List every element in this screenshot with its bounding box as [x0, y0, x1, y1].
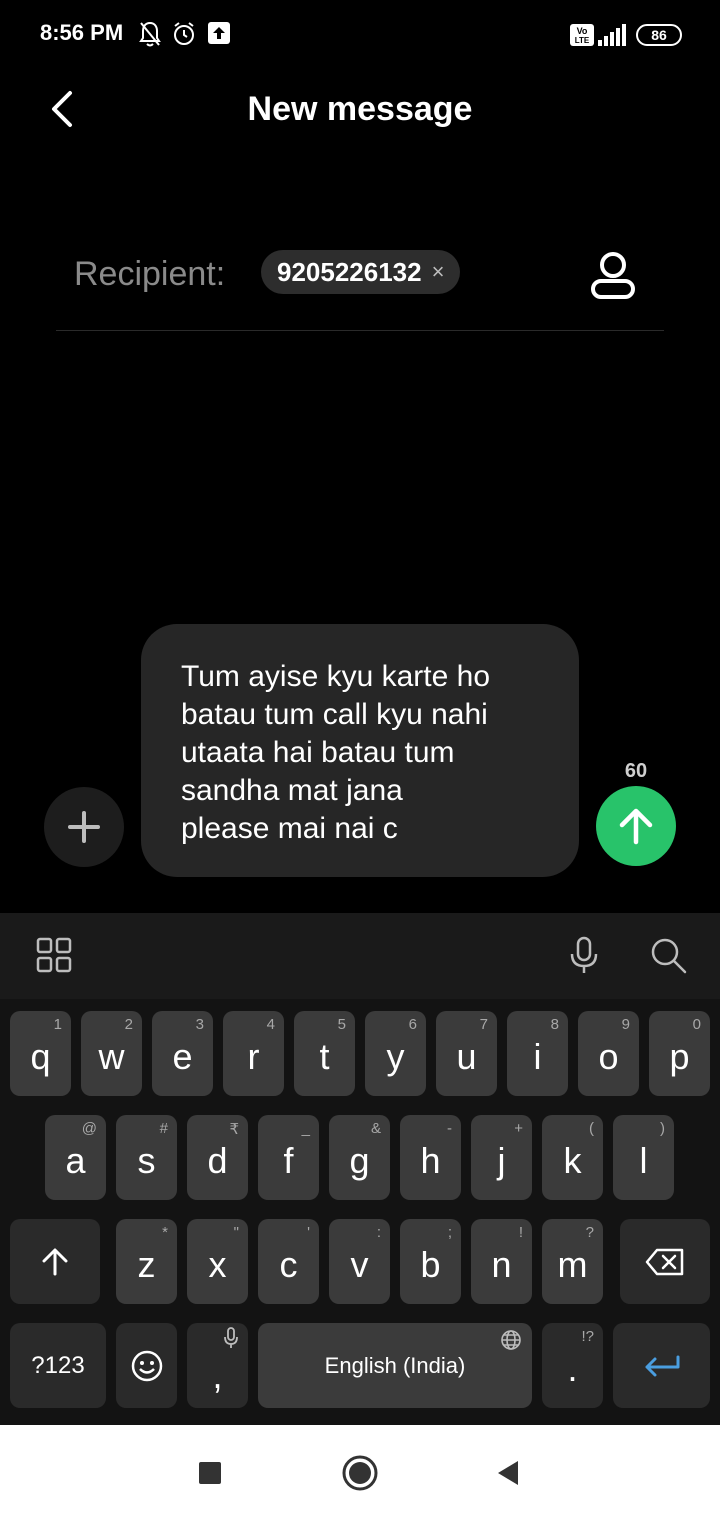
battery-icon: 86 — [636, 24, 682, 46]
key-c[interactable]: ' c — [258, 1219, 319, 1304]
key-x[interactable]: " x — [187, 1219, 248, 1304]
char-count: 60 — [624, 760, 648, 782]
key-n[interactable]: ! n — [471, 1219, 532, 1304]
key-y[interactable]: 6y — [365, 1011, 426, 1096]
keyboard-toolbar — [0, 913, 720, 999]
emoji-key[interactable] — [116, 1323, 177, 1408]
keyboard: 1q 2w 3e 4r 5t 6y 7u 8i 9o 0p @ a # s ₹ d _… — [0, 913, 720, 1425]
key-i[interactable]: 8i — [507, 1011, 568, 1096]
plus-icon — [68, 811, 100, 843]
enter-icon — [645, 1355, 679, 1376]
key-o[interactable]: 9o — [578, 1011, 639, 1096]
send-button[interactable] — [596, 786, 676, 866]
attach-button[interactable] — [44, 787, 124, 867]
recipient-label: Recipient: — [74, 255, 226, 293]
mic-small-icon — [224, 1327, 238, 1348]
search-icon[interactable] — [648, 935, 688, 975]
message-input[interactable]: Tum ayise kyu karte ho batau tum call ky… — [141, 624, 579, 877]
person-icon[interactable] — [588, 250, 638, 300]
arrow-up-shift-icon — [42, 1248, 68, 1275]
key-d[interactable]: ₹ d — [187, 1115, 248, 1200]
recipient-divider — [56, 330, 664, 331]
apps-grid-icon[interactable] — [34, 935, 74, 975]
key-v[interactable]: :v — [329, 1219, 390, 1304]
back-triangle-icon[interactable] — [488, 1453, 528, 1493]
key-l[interactable]: ) l — [613, 1115, 674, 1200]
svg-text:Vo: Vo — [577, 26, 588, 36]
enter-key[interactable] — [613, 1323, 710, 1408]
recipient-chip-number: 9205226132 — [277, 256, 422, 287]
volte-icon: Vo LTE — [570, 24, 594, 46]
mic-icon[interactable] — [564, 935, 604, 975]
space-key[interactable]: English (India) — [258, 1323, 532, 1408]
key-j[interactable]: + j — [471, 1115, 532, 1200]
key-a[interactable]: @ a — [45, 1115, 106, 1200]
key-f[interactable]: _ f — [258, 1115, 319, 1200]
emoji-icon — [131, 1350, 162, 1381]
home-circle-icon[interactable] — [340, 1453, 380, 1493]
key-e[interactable]: 3e — [152, 1011, 213, 1096]
symbols-key[interactable]: ?123 — [10, 1323, 106, 1408]
key-t[interactable]: 5t — [294, 1011, 355, 1096]
page-title: New message — [247, 90, 473, 128]
upload-icon — [208, 22, 230, 44]
globe-icon — [501, 1330, 521, 1350]
recents-square-icon[interactable] — [190, 1453, 230, 1493]
status-bar: 8:56 PM Vo LTE 86 — [0, 0, 720, 70]
battery-level: 86 — [651, 27, 667, 43]
key-z[interactable]: * z — [116, 1219, 177, 1304]
key-p[interactable]: 0p — [649, 1011, 710, 1096]
space-key-label: English (India) — [324, 1352, 466, 1378]
shift-key[interactable] — [10, 1219, 100, 1304]
key-s[interactable]: # s — [116, 1115, 177, 1200]
bell-off-icon — [139, 21, 161, 47]
backspace-icon — [645, 1248, 684, 1275]
key-b[interactable]: ; b — [400, 1219, 461, 1304]
signal-icon — [598, 24, 626, 46]
arrow-up-icon — [619, 808, 653, 845]
close-icon[interactable]: × — [432, 259, 445, 285]
backspace-key[interactable] — [620, 1219, 710, 1304]
key-m[interactable]: ? m — [542, 1219, 603, 1304]
status-time: 8:56 PM — [40, 20, 124, 45]
key-q[interactable]: 1q — [10, 1011, 71, 1096]
key-r[interactable]: 4r — [223, 1011, 284, 1096]
key-k[interactable]: (k — [542, 1115, 603, 1200]
key-g[interactable]: & g — [329, 1115, 390, 1200]
recipient-chip[interactable]: 9205226132 × — [261, 250, 461, 294]
comma-key[interactable]: , — [187, 1323, 248, 1408]
alarm-icon — [174, 22, 194, 45]
key-w[interactable]: 2w — [81, 1011, 142, 1096]
svg-text:LTE: LTE — [575, 36, 590, 45]
key-h[interactable]: -h — [400, 1115, 461, 1200]
period-key[interactable]: !? . — [542, 1323, 603, 1408]
key-u[interactable]: 7u — [436, 1011, 497, 1096]
navigation-bar — [0, 1425, 720, 1520]
